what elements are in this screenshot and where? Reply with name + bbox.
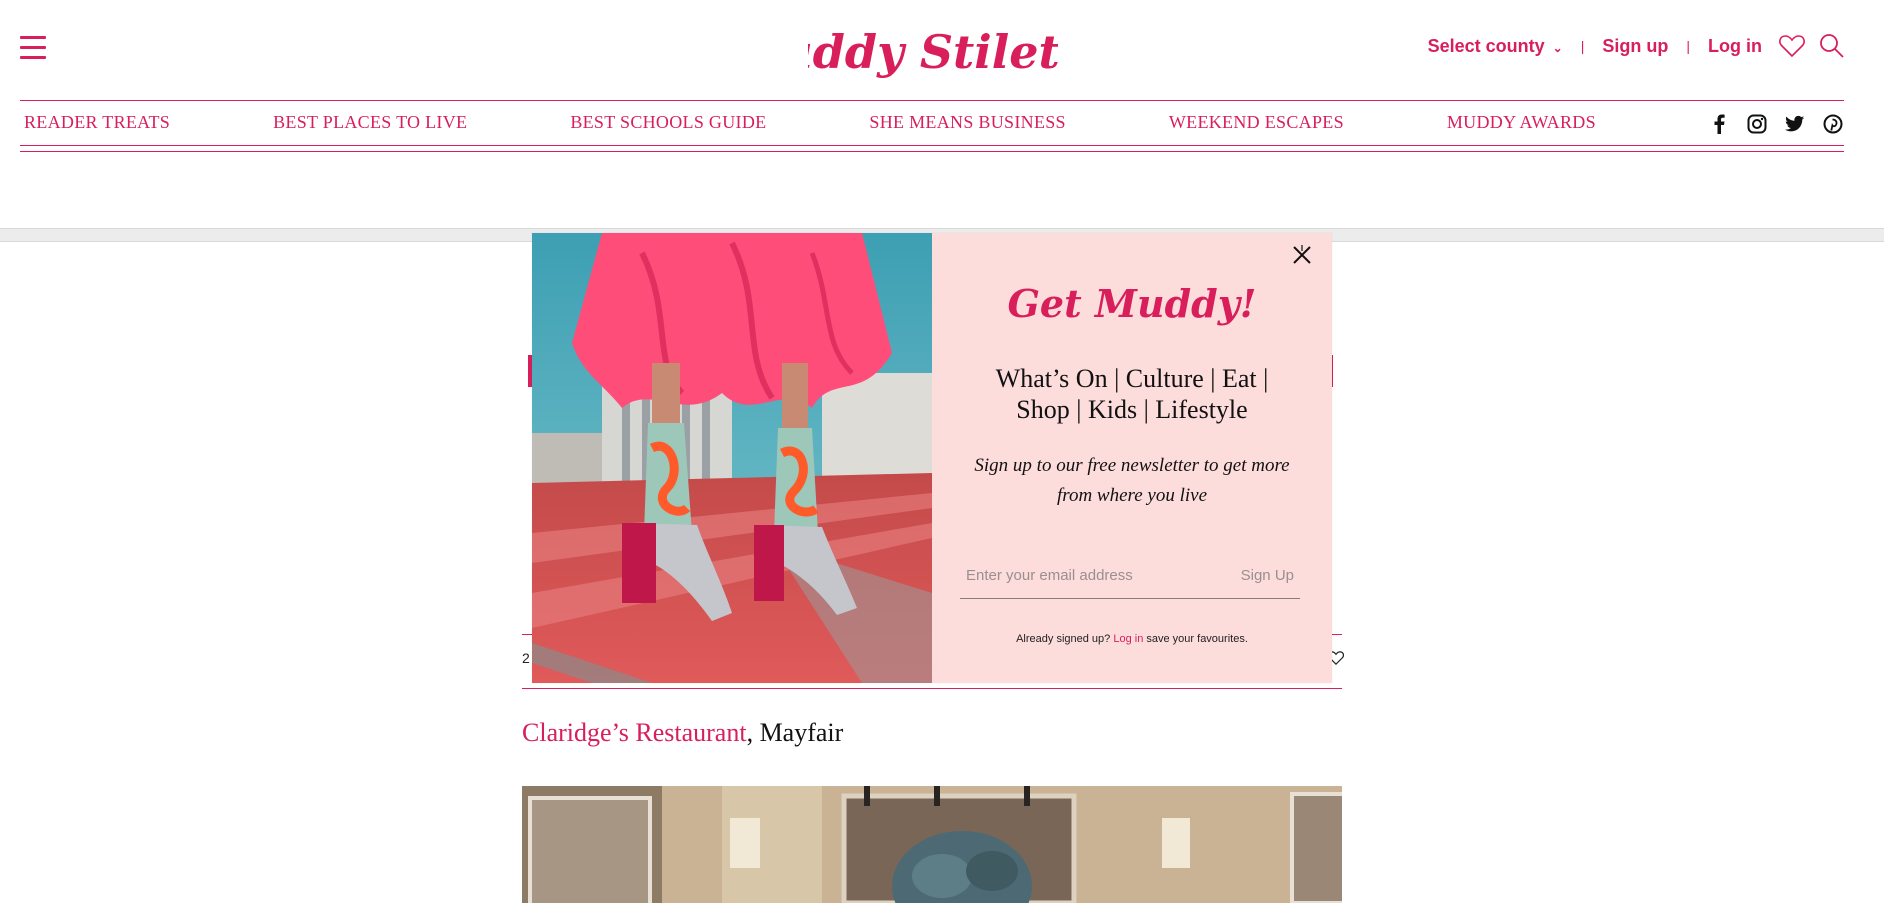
nav-item-reader-treats[interactable]: READER TREATS [24, 112, 170, 133]
search-icon[interactable] [1818, 32, 1846, 60]
select-county-dropdown[interactable]: Select county ⌄ [1428, 36, 1563, 57]
article-meta: 2 [522, 650, 530, 666]
email-input[interactable] [964, 566, 1208, 585]
facebook-icon[interactable] [1708, 113, 1730, 135]
nav-item-muddy-awards[interactable]: MUDDY AWARDS [1447, 112, 1596, 133]
separator: | [1686, 38, 1691, 54]
login-link[interactable]: Log in [1708, 36, 1762, 57]
signup-button[interactable]: Sign Up [1241, 567, 1294, 584]
social-links [1708, 113, 1844, 135]
instagram-icon[interactable] [1746, 113, 1768, 135]
separator: | [1580, 38, 1585, 54]
close-icon[interactable] [1290, 243, 1314, 267]
already-suffix: save your favourites. [1146, 633, 1248, 645]
already-signed-up-text: Already signed up? Log in save your favo… [932, 633, 1332, 645]
select-county-label: Select county [1427, 35, 1545, 56]
article-hero-image [522, 786, 1342, 903]
categories-line-2: Shop | Kids | Lifestyle [1016, 395, 1248, 424]
restaurant-location: , Mayfair [746, 718, 844, 747]
article-rule-bottom [522, 688, 1342, 689]
main-nav: READER TREATS BEST PLACES TO LIVE BEST S… [20, 100, 1844, 146]
account-links: Select county ⌄ | Sign up | Log in [1428, 32, 1846, 60]
favourites-heart-icon[interactable] [1778, 32, 1806, 60]
site-logo[interactable]: Muddy Stilettos [726, 10, 1137, 90]
email-signup-row: Sign Up [960, 558, 1300, 599]
pinterest-icon[interactable] [1822, 113, 1844, 135]
signup-link[interactable]: Sign up [1602, 36, 1668, 57]
already-prefix: Already signed up? [1016, 633, 1111, 645]
popup-content: Get Muddy! What’s On | Culture | Eat | S… [932, 233, 1332, 683]
nav-item-weekend-escapes[interactable]: WEEKEND ESCAPES [1169, 112, 1344, 133]
popup-heading: Get Muddy! [932, 269, 1332, 338]
popup-heading-text: Get Muddy! [1007, 281, 1256, 326]
chevron-down-icon: ⌄ [1552, 40, 1563, 55]
nav-item-she-means-business[interactable]: SHE MEANS BUSINESS [869, 112, 1065, 133]
restaurant-link[interactable]: Claridge’s Restaurant [522, 718, 747, 747]
nav-divider [20, 151, 1844, 152]
article-subheading: Claridge’s Restaurant, Mayfair [522, 718, 843, 748]
categories-line-1: What’s On | Culture | Eat | [995, 364, 1269, 393]
nav-item-best-schools[interactable]: BEST SCHOOLS GUIDE [570, 112, 766, 133]
twitter-icon[interactable] [1784, 113, 1806, 135]
popup-categories: What’s On | Culture | Eat | Shop | Kids … [952, 363, 1312, 425]
logo-text: Muddy Stilettos [808, 25, 1058, 79]
nav-item-best-places[interactable]: BEST PLACES TO LIVE [273, 112, 467, 133]
popup-blurb: Sign up to our free newsletter to get mo… [974, 455, 1290, 506]
newsletter-popup: Get Muddy! What’s On | Culture | Eat | S… [532, 233, 1332, 683]
menu-icon[interactable] [20, 36, 46, 59]
site-header: Muddy Stilettos Select county ⌄ | Sign up… [0, 0, 1884, 228]
popup-fashion-image [532, 233, 932, 683]
popup-login-link[interactable]: Log in [1113, 633, 1143, 645]
